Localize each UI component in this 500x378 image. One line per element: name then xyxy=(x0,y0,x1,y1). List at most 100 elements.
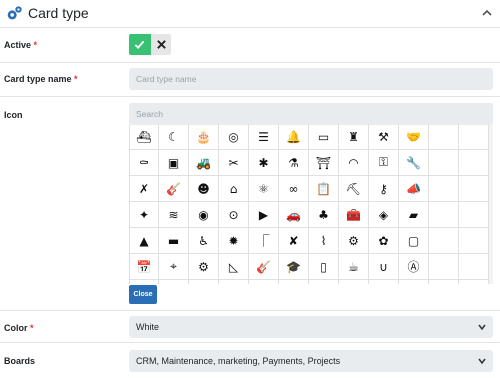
bug-icon[interactable]: ✱ xyxy=(249,150,279,176)
wrench-icon[interactable]: 🔧 xyxy=(399,150,429,176)
door-icon[interactable]: ▯ xyxy=(309,254,339,280)
search-user-icon[interactable]: ⊙ xyxy=(219,202,249,228)
mushroom-icon[interactable]: ⌂ xyxy=(219,176,249,202)
compass-icon[interactable]: ◈ xyxy=(369,202,399,228)
clipboard-icon[interactable]: 📋 xyxy=(309,176,339,202)
sliders-icon[interactable]: ☰ xyxy=(249,124,279,150)
extra-icon[interactable] xyxy=(459,254,489,280)
dinosaur-icon[interactable]: ◉ xyxy=(189,202,219,228)
ship-icon[interactable]: ⛴ xyxy=(129,124,159,150)
misc-icon[interactable] xyxy=(159,280,189,284)
cup-icon[interactable]: ☕ xyxy=(339,254,369,280)
extra-icon[interactable] xyxy=(459,202,489,228)
misc-icon[interactable] xyxy=(429,280,459,284)
color-label-text: Color xyxy=(4,323,28,333)
misc-icon[interactable] xyxy=(219,280,249,284)
truck-icon[interactable]: ▬ xyxy=(159,228,189,254)
handshake-icon[interactable]: 🤝 xyxy=(399,124,429,150)
wheelchair-icon[interactable]: ♿ xyxy=(189,228,219,254)
car-icon[interactable]: 🚗 xyxy=(279,202,309,228)
icon-picker-scrollbar[interactable] xyxy=(489,124,493,284)
play-circle-icon[interactable]: ▶ xyxy=(249,202,279,228)
bell-icon[interactable]: 🔔 xyxy=(279,124,309,150)
misc-icon[interactable] xyxy=(129,280,159,284)
fence-icon[interactable]: ⚿ xyxy=(369,150,399,176)
check-icon xyxy=(134,40,145,50)
key-icon[interactable]: ⚷ xyxy=(369,176,399,202)
extra-icon[interactable] xyxy=(429,202,459,228)
guitar-icon[interactable]: 🎸 xyxy=(159,176,189,202)
extra-icon[interactable] xyxy=(429,150,459,176)
extra-icon[interactable] xyxy=(429,176,459,202)
color-select[interactable]: White xyxy=(129,316,493,338)
telescope-icon[interactable]: ⌖ xyxy=(159,254,189,280)
coins-icon[interactable]: ◎ xyxy=(219,124,249,150)
extra-icon[interactable] xyxy=(459,228,489,254)
frog-icon[interactable]: ✿ xyxy=(369,228,399,254)
gear-badge-icon[interactable]: ✹ xyxy=(219,228,249,254)
calendar-check-icon[interactable]: 📅 xyxy=(129,254,159,280)
close-button[interactable]: Close xyxy=(129,285,157,304)
utensils-icon[interactable]: ✗ xyxy=(129,176,159,202)
misc-icon[interactable] xyxy=(459,280,489,284)
wallet-icon[interactable]: ▰ xyxy=(399,202,429,228)
extra-icon[interactable] xyxy=(429,254,459,280)
megaphone-icon[interactable]: 📣 xyxy=(399,176,429,202)
active-no-button[interactable] xyxy=(151,34,171,55)
extra-icon[interactable] xyxy=(459,176,489,202)
shower-icon[interactable]: ⌇ xyxy=(309,228,339,254)
atom-icon[interactable]: ⚛ xyxy=(249,176,279,202)
icon-label-text: Icon xyxy=(4,110,23,120)
moon-icon[interactable]: ☾ xyxy=(159,124,189,150)
ai-icon[interactable]: Ⓐ xyxy=(399,254,429,280)
tractor-icon[interactable]: 🚜 xyxy=(189,150,219,176)
gears-icon xyxy=(7,6,22,20)
note-icon[interactable]: ◺ xyxy=(219,254,249,280)
ruler-pencil-icon[interactable]: ✘ xyxy=(279,228,309,254)
traffic-cone-icon[interactable]: ▲ xyxy=(129,228,159,254)
pipe-icon[interactable]: ⎾ xyxy=(249,228,279,254)
boards-select[interactable]: CRM, Maintenance, marketing, Payments, P… xyxy=(129,350,493,372)
plant-icon[interactable]: ♣ xyxy=(309,202,339,228)
swimming-pool-icon[interactable]: ≋ xyxy=(159,202,189,228)
flask-icon[interactable]: ⚗ xyxy=(279,150,309,176)
magic-wand-icon[interactable]: ✦ xyxy=(129,202,159,228)
binoculars-icon[interactable]: ∞ xyxy=(279,176,309,202)
cube-icon[interactable]: ▢ xyxy=(399,228,429,254)
misc-icon[interactable] xyxy=(369,280,399,284)
vr-glasses-icon[interactable]: ▭ xyxy=(309,124,339,150)
brain-icon[interactable]: ☻ xyxy=(189,176,219,202)
lighthouse-icon[interactable]: ♜ xyxy=(339,124,369,150)
misc-icon[interactable] xyxy=(399,280,429,284)
lawn-mower-icon[interactable]: ⚙ xyxy=(339,228,369,254)
active-yes-button[interactable] xyxy=(129,34,151,55)
monument-icon[interactable]: ⛩ xyxy=(309,150,339,176)
magnet-icon[interactable]: ∪ xyxy=(369,254,399,280)
tools-icon[interactable]: ✂ xyxy=(219,150,249,176)
guitar-icon[interactable]: 🎸 xyxy=(249,254,279,280)
icon-search-input[interactable] xyxy=(129,103,493,125)
misc-icon[interactable] xyxy=(249,280,279,284)
boards-label: Boards xyxy=(4,356,35,366)
extra-icon[interactable] xyxy=(459,124,489,150)
gavel-icon[interactable]: ⚒ xyxy=(369,124,399,150)
window-icon[interactable]: ▣ xyxy=(159,150,189,176)
extra-icon[interactable] xyxy=(429,124,459,150)
wifi-icon[interactable]: ◠ xyxy=(339,150,369,176)
misc-icon[interactable] xyxy=(279,280,309,284)
card-type-name-input[interactable] xyxy=(129,68,493,90)
chevron-up-icon[interactable] xyxy=(481,7,493,19)
graduation-cap-icon[interactable]: 🎓 xyxy=(279,254,309,280)
close-icon xyxy=(157,40,166,49)
misc-icon[interactable] xyxy=(309,280,339,284)
misc-icon[interactable] xyxy=(189,280,219,284)
extra-icon[interactable] xyxy=(429,228,459,254)
engine-icon[interactable]: ⚙ xyxy=(189,254,219,280)
extra-icon[interactable] xyxy=(459,150,489,176)
excavator-icon[interactable]: ⛏ xyxy=(339,176,369,202)
cake-icon[interactable]: 🎂 xyxy=(189,124,219,150)
required-marker: * xyxy=(30,323,34,333)
toolbox-icon[interactable]: 🧰 xyxy=(339,202,369,228)
misc-icon[interactable] xyxy=(339,280,369,284)
coffin-icon[interactable]: ⚰ xyxy=(129,150,159,176)
